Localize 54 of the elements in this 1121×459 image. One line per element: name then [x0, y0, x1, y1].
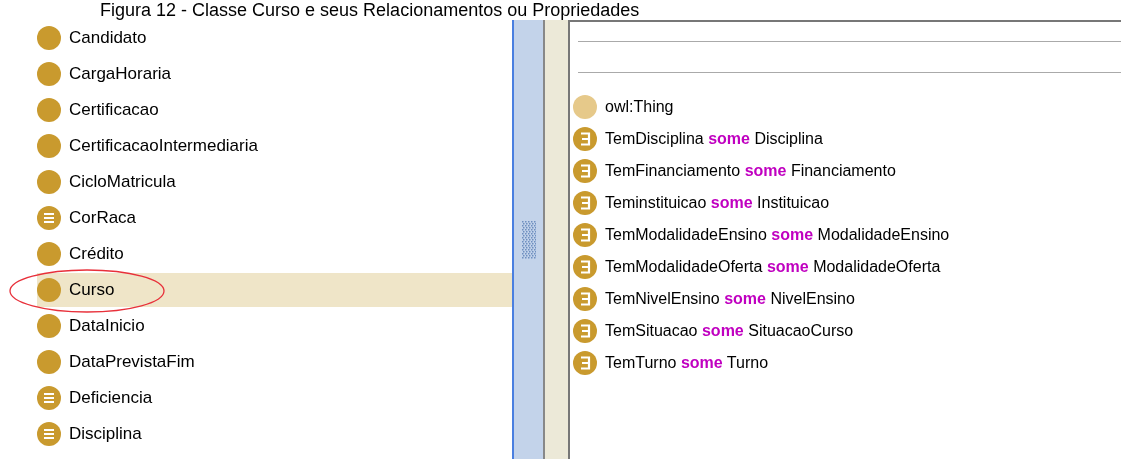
- restriction-icon: [573, 255, 597, 279]
- restriction-expression: TemNivelEnsino some NivelEnsino: [605, 289, 855, 309]
- splitter-bar[interactable]: [512, 20, 545, 459]
- restriction-expression: Teminstituicao some Instituicao: [605, 193, 830, 213]
- class-icon: [37, 278, 61, 302]
- superclass-row[interactable]: TemSituacao some SituacaoCurso: [570, 315, 1121, 347]
- class-icon: [37, 26, 61, 50]
- tree-item[interactable]: Certificacao: [37, 93, 512, 127]
- class-icon: [573, 95, 597, 119]
- superclass-row[interactable]: TemNivelEnsino some NivelEnsino: [570, 283, 1121, 315]
- superclass-row[interactable]: TemFinanciamento some Financiamento: [570, 155, 1121, 187]
- superclass-row[interactable]: TemDisciplina some Disciplina: [570, 123, 1121, 155]
- class-icon: [37, 242, 61, 266]
- class-icon: [37, 350, 61, 374]
- tree-item[interactable]: Disciplina: [37, 417, 512, 451]
- class-icon: [37, 170, 61, 194]
- class-icon: [37, 62, 61, 86]
- grip-icon: [521, 220, 536, 259]
- restriction-icon: [573, 191, 597, 215]
- restriction-icon: [573, 287, 597, 311]
- restriction-expression: TemTurno some Turno: [605, 353, 769, 373]
- tree-item[interactable]: Deficiencia: [37, 381, 512, 415]
- restriction-icon: [573, 159, 597, 183]
- tree-item[interactable]: CargaHoraria: [37, 57, 512, 91]
- class-icon: [37, 422, 61, 446]
- restriction-icon: [573, 223, 597, 247]
- class-icon: [37, 314, 61, 338]
- superclass-row[interactable]: TemModalidadeEnsino some ModalidadeEnsino: [570, 219, 1121, 251]
- restriction-expression: TemSituacao some SituacaoCurso: [605, 321, 854, 341]
- class-icon: [37, 98, 61, 122]
- class-icon: [37, 134, 61, 158]
- tree-item[interactable]: Candidato: [37, 21, 512, 55]
- restriction-expression: TemDisciplina some Disciplina: [605, 129, 823, 149]
- superclass-row[interactable]: Teminstituicao some Instituicao: [570, 187, 1121, 219]
- restriction-expression: TemFinanciamento some Financiamento: [605, 161, 896, 181]
- tree-item[interactable]: CicloMatricula: [37, 165, 512, 199]
- superclass-row[interactable]: owl:Thing: [570, 91, 1121, 123]
- restriction-icon: [573, 127, 597, 151]
- tree-item[interactable]: CertificacaoIntermediaria: [37, 129, 512, 163]
- superclass-row[interactable]: TemTurno some Turno: [570, 347, 1121, 379]
- superclass-row[interactable]: TemModalidadeOferta some ModalidadeOferta: [570, 251, 1121, 283]
- tree-item[interactable]: CorRaca: [37, 201, 512, 235]
- tree-item[interactable]: DataPrevistaFim: [37, 345, 512, 379]
- figure-caption: Figura 12 - Classe Curso e seus Relacionamentos ou Propriedades: [99, 0, 641, 20]
- tree-item[interactable]: Curso: [37, 273, 512, 307]
- tree-item[interactable]: DataInicio: [37, 309, 512, 343]
- class-icon: [37, 206, 61, 230]
- class-icon: [37, 386, 61, 410]
- tree-item[interactable]: Crédito: [37, 237, 512, 271]
- class-label: owl:Thing: [605, 97, 674, 117]
- restriction-icon: [573, 351, 597, 375]
- restriction-expression: TemModalidadeOferta some ModalidadeOferta: [605, 257, 941, 277]
- restriction-icon: [573, 319, 597, 343]
- restriction-expression: TemModalidadeEnsino some ModalidadeEnsino: [605, 225, 950, 245]
